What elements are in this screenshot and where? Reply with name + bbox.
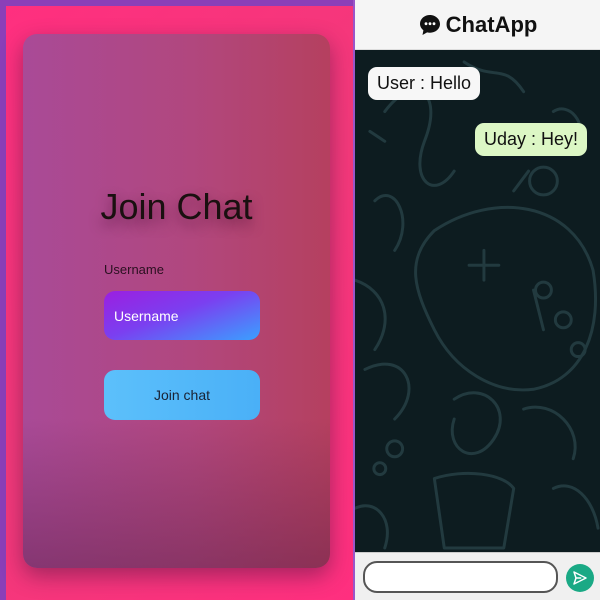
join-card: Join Chat Username Join chat (23, 34, 330, 568)
message-list[interactable]: User : Hello Uday : Hey! (355, 50, 600, 552)
message-input[interactable] (363, 561, 558, 593)
join-chat-button[interactable]: Join chat (104, 370, 260, 420)
chat-header: ChatApp (355, 0, 600, 50)
message-composer (355, 552, 600, 600)
username-label: Username (104, 262, 164, 277)
message-incoming: User : Hello (368, 67, 481, 100)
send-icon (572, 570, 588, 586)
message-outgoing: Uday : Hey! (474, 123, 587, 156)
login-panel: Join Chat Username Join chat (0, 0, 353, 600)
username-input[interactable] (104, 291, 260, 340)
send-button[interactable] (566, 564, 594, 592)
app-title: ChatApp (445, 11, 538, 37)
chat-panel: ChatApp User: Hello Uday: Hey! (353, 0, 600, 600)
join-title: Join Chat (100, 186, 253, 227)
speech-bubble-icon (418, 13, 442, 37)
